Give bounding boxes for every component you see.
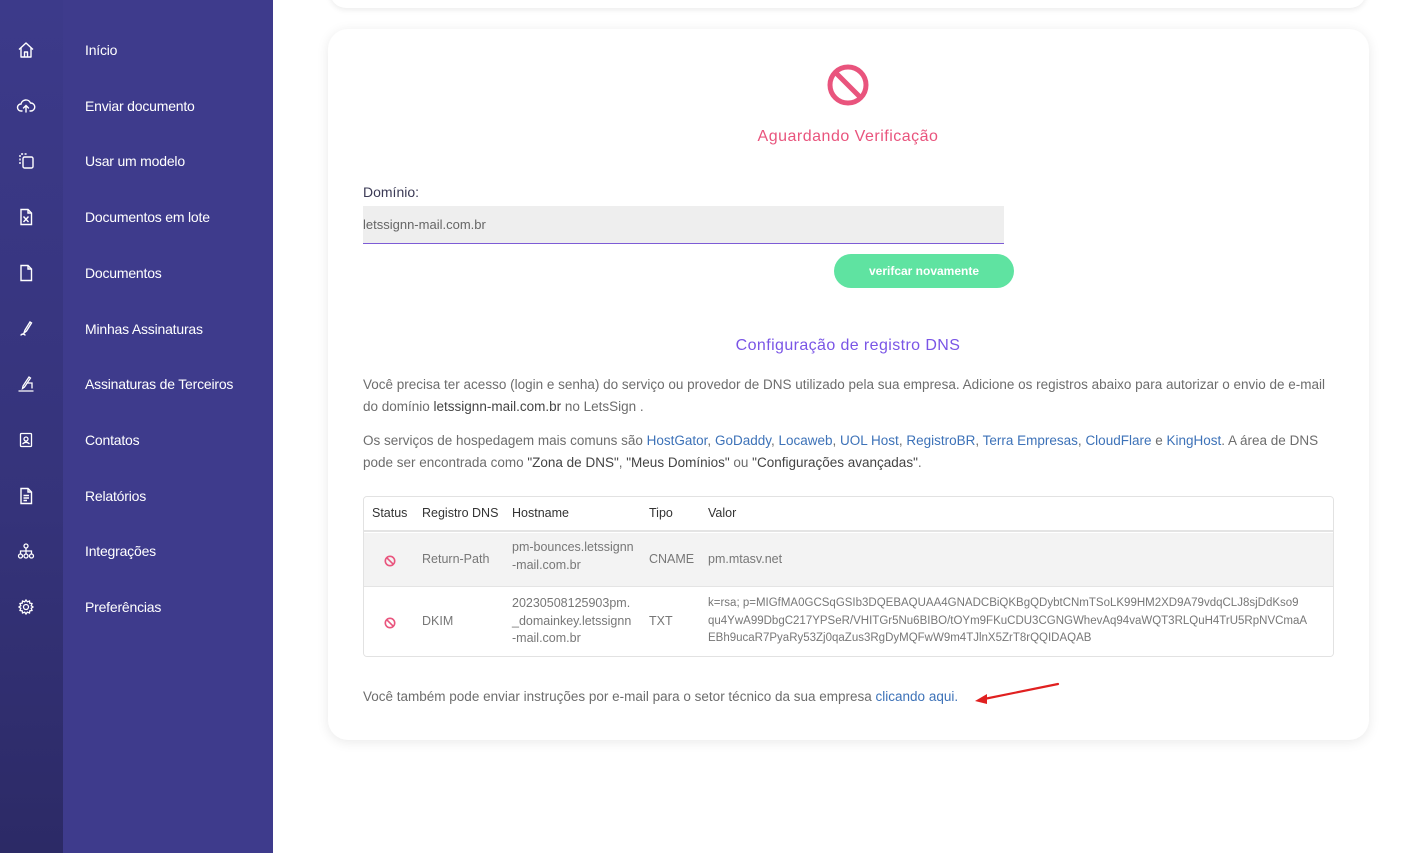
verify-again-button[interactable]: verifcar novamente <box>834 254 1014 288</box>
provider-link-terra[interactable]: Terra Empresas <box>983 433 1078 448</box>
table-row: DKIM 20230508125903pm. _domainkey.letssi… <box>364 588 1333 656</box>
home-icon <box>16 40 36 60</box>
separator: . <box>917 455 922 470</box>
tipo-cell: CNAME <box>649 552 695 566</box>
sidebar-item-label: Minhas Assinaturas <box>85 321 203 337</box>
valor-cell: k=rsa; p=MIGfMA0GCSqGSIb3DQEBAQUAA4GNADC… <box>708 597 1308 644</box>
registro-cell: Return-Path <box>422 552 490 566</box>
sidebar-item-integracoes[interactable]: Integrações <box>0 531 273 571</box>
column-header-registro: Registro DNS <box>422 506 499 520</box>
separator: e <box>1151 433 1167 448</box>
hosting-providers-paragraph: Os serviços de hospedagem mais comuns sã… <box>363 430 1338 474</box>
excel-file-icon <box>16 207 36 227</box>
contact-icon <box>16 430 36 450</box>
registro-cell: DKIM <box>422 614 454 628</box>
sidebar-item-documentos[interactable]: Documentos <box>0 253 273 293</box>
sidebar-item-documentos-lote[interactable]: Documentos em lote <box>0 197 273 237</box>
dns-instructions-paragraph: Você precisa ter acesso (login e senha) … <box>363 374 1338 418</box>
pen-icon <box>16 319 36 339</box>
sidebar-item-enviar-documento[interactable]: Enviar documento <box>0 86 273 126</box>
sidebar-item-relatorios[interactable]: Relatórios <box>0 476 273 516</box>
sidebar-item-label: Usar um modelo <box>85 153 185 169</box>
dns-records-table: Status Registro DNS Hostname Tipo Valor … <box>363 496 1334 657</box>
domain-label: Domínio: <box>363 184 420 200</box>
report-icon <box>16 486 36 506</box>
table-row: Return-Path pm-bounces.letssignn -mail.c… <box>364 533 1333 587</box>
domain-text: letssignn-mail.com.br <box>433 399 562 414</box>
provider-link-uolhost[interactable]: UOL Host <box>840 433 899 448</box>
sidebar-item-usar-modelo[interactable]: Usar um modelo <box>0 141 273 181</box>
status-title: Aguardando Verificação <box>757 128 939 145</box>
blocked-icon <box>384 554 396 567</box>
gear-icon <box>16 597 36 617</box>
hostname-cell: 20230508125903pm. _domainkey.letssignn -… <box>512 596 632 645</box>
blocked-icon <box>384 616 396 629</box>
email-instructions-note: Você também pode enviar instruções por e… <box>363 689 958 704</box>
sidebar-item-label: Contatos <box>85 432 140 448</box>
separator: , <box>707 433 715 448</box>
send-instructions-link[interactable]: clicando aqui. <box>876 689 959 704</box>
sidebar-item-label: Preferências <box>85 599 162 615</box>
sidebar-item-inicio[interactable]: Início <box>0 30 273 70</box>
hostname-cell: pm-bounces.letssignn -mail.com.br <box>512 540 634 572</box>
network-icon <box>16 541 36 561</box>
annotation-arrow-icon <box>970 680 1065 708</box>
sidebar-item-label: Assinaturas de Terceiros <box>85 376 234 392</box>
sidebar-item-label: Enviar documento <box>85 98 195 114</box>
separator: , <box>832 433 841 448</box>
copy-template-icon <box>16 151 36 171</box>
provider-link-cloudflare[interactable]: CloudFlare <box>1085 433 1151 448</box>
sidebar-item-minhas-assinaturas[interactable]: Minhas Assinaturas <box>0 309 273 349</box>
column-header-hostname: Hostname <box>512 506 569 520</box>
column-header-status: Status <box>372 506 408 520</box>
sidebar-item-assinaturas-terceiros[interactable]: Assinaturas de Terceiros <box>0 364 273 404</box>
valor-cell: pm.mtasv.net <box>708 552 783 566</box>
cloud-upload-icon <box>16 96 36 116</box>
text-span: Você também pode enviar instruções por e… <box>363 689 876 704</box>
zone-name: "Zona de DNS" <box>527 455 619 470</box>
column-header-valor: Valor <box>708 506 737 520</box>
zone-name: "Configurações avançadas" <box>752 455 918 470</box>
domain-input[interactable] <box>363 206 1004 244</box>
dns-config-title: Configuração de registro DNS <box>735 337 961 354</box>
provider-link-kinghost[interactable]: KingHost <box>1166 433 1221 448</box>
column-header-tipo: Tipo <box>649 506 673 520</box>
tipo-cell: TXT <box>649 614 673 628</box>
file-icon <box>16 263 36 283</box>
text-span: no LetsSign . <box>561 399 644 414</box>
table-header-row: Status Registro DNS Hostname Tipo Valor <box>364 497 1333 532</box>
text-span: Os serviços de hospedagem mais comuns sã… <box>363 433 647 448</box>
zone-name: "Meus Domínios" <box>626 455 730 470</box>
sidebar-item-contatos[interactable]: Contatos <box>0 420 273 460</box>
sidebar-item-preferencias[interactable]: Preferências <box>0 587 273 627</box>
provider-link-hostgator[interactable]: HostGator <box>647 433 708 448</box>
sidebar-item-label: Integrações <box>85 543 156 559</box>
signatures-icon <box>16 374 36 394</box>
separator: , <box>975 433 983 448</box>
provider-link-godaddy[interactable]: GoDaddy <box>715 433 771 448</box>
previous-card-edge <box>330 0 1366 8</box>
sidebar-item-label: Início <box>85 42 118 58</box>
separator: ou <box>729 455 753 470</box>
provider-link-locaweb[interactable]: Locaweb <box>778 433 832 448</box>
provider-link-registrobr[interactable]: RegistroBR <box>906 433 975 448</box>
sidebar-item-label: Relatórios <box>85 488 147 504</box>
blocked-icon <box>826 63 870 107</box>
sidebar-item-label: Documentos <box>85 265 162 281</box>
sidebar-item-label: Documentos em lote <box>85 209 210 225</box>
